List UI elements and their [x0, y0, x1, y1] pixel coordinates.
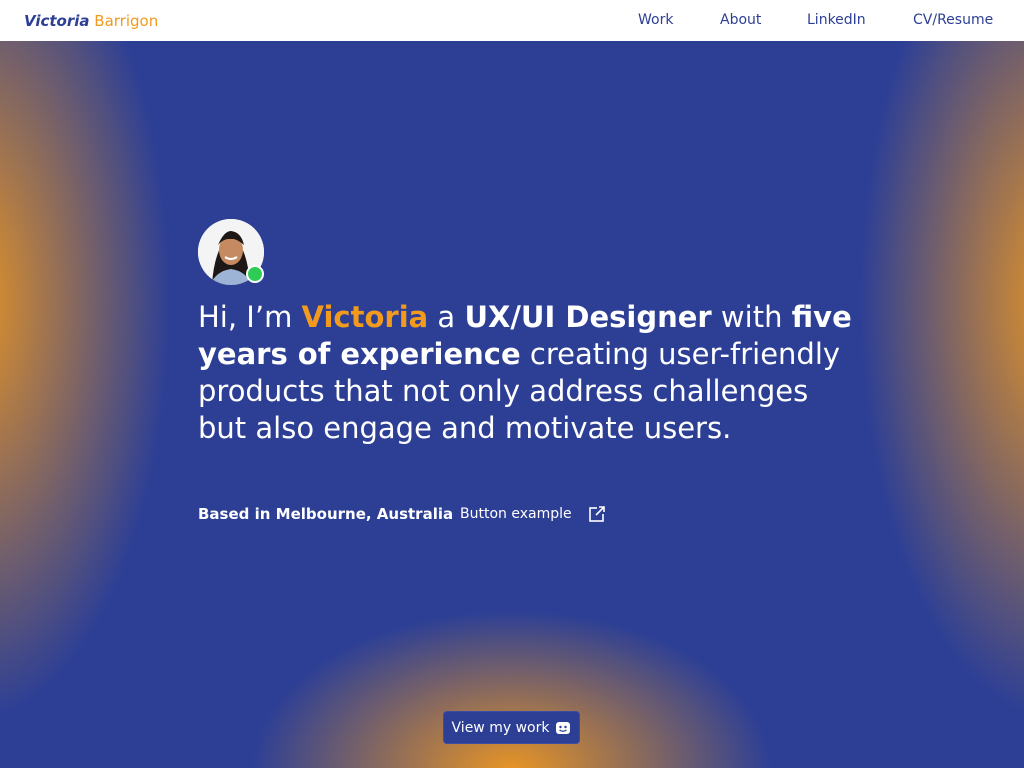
intro-text-3: with: [711, 300, 792, 334]
nav-link-linkedin[interactable]: LinkedIn: [807, 12, 866, 28]
intro-role: UX/UI Designer: [464, 300, 712, 334]
external-link-icon: [588, 505, 606, 523]
intro-text-2: a: [428, 300, 465, 334]
intro-name: Victoria: [301, 300, 429, 334]
top-navbar: Victoria Barrigon Work About LinkedIn CV…: [0, 0, 1024, 41]
view-my-work-label: View my work: [451, 719, 550, 736]
brand-first-name: Victoria: [24, 12, 90, 30]
nav-link-cv[interactable]: CV/Resume: [913, 12, 993, 28]
smile-icon: [555, 720, 571, 736]
nav-link-work[interactable]: Work: [638, 12, 673, 28]
hero-intro: Hi, I’m Victoria a UX/UI Designer with f…: [198, 299, 858, 447]
button-example-label: Button example: [460, 506, 572, 522]
brand-logo[interactable]: Victoria Barrigon: [24, 12, 158, 30]
brand-last-name: Barrigon: [94, 12, 159, 30]
hero-section: Hi, I’m Victoria a UX/UI Designer with f…: [0, 41, 1024, 768]
view-my-work-button[interactable]: View my work: [443, 711, 580, 744]
intro-text-1: Hi, I’m: [198, 300, 302, 334]
nav-link-about[interactable]: About: [720, 12, 761, 28]
location-text: Based in Melbourne, Australia: [198, 505, 454, 523]
online-status-dot: [246, 265, 264, 283]
button-example-link[interactable]: Button example: [460, 505, 606, 523]
